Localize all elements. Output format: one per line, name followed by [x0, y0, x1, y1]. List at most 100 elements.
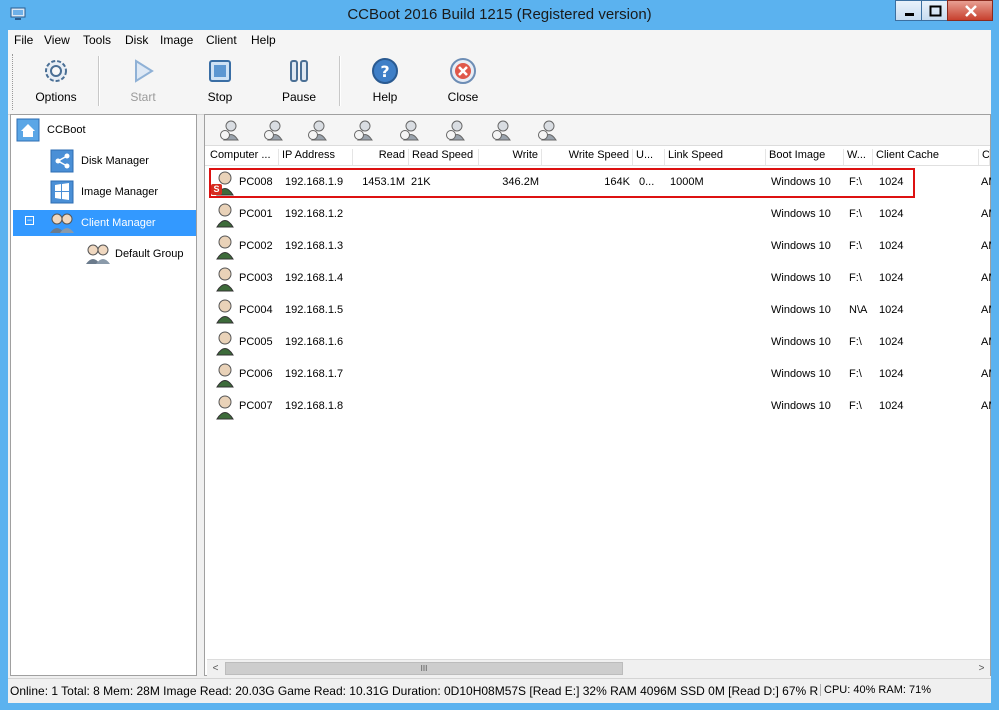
- stop-button[interactable]: Stop: [185, 54, 255, 110]
- edit-client-icon[interactable]: [263, 119, 285, 141]
- client-toolbar: [205, 115, 990, 146]
- add-batch-icon[interactable]: [307, 119, 329, 141]
- main-window: CCBoot 2016 Build 1215 (Registered versi…: [0, 0, 999, 710]
- cell-ip: 192.168.1.8: [285, 400, 344, 412]
- minimize-button[interactable]: [895, 0, 922, 21]
- window-title: CCBoot 2016 Build 1215 (Registered versi…: [347, 6, 652, 23]
- cell-ip: 192.168.1.3: [285, 240, 344, 252]
- home-icon: [16, 118, 40, 142]
- gear-icon: [45, 60, 67, 82]
- col-write[interactable]: Write: [479, 149, 542, 165]
- cell-boot-image: Windows 10: [771, 304, 831, 316]
- add-client-icon[interactable]: [219, 119, 241, 141]
- help-icon: ?: [372, 58, 398, 84]
- stop-icon: [209, 60, 231, 82]
- help-button[interactable]: ? Help: [350, 54, 420, 110]
- cell-computer: PC004: [239, 304, 273, 316]
- cell-client-cache: 1024: [879, 400, 904, 412]
- table-row[interactable]: PC003 192.168.1.4 Windows 10 F:\ 1024 AM: [205, 263, 991, 295]
- client-avatar-icon: [216, 203, 234, 228]
- cell-client-cache: 1024: [879, 368, 904, 380]
- client-avatar-icon: [216, 395, 234, 420]
- table-row[interactable]: PC001 192.168.1.2 Windows 10 F:\ 1024 AM: [205, 199, 991, 231]
- col-ip[interactable]: IP Address: [279, 149, 353, 165]
- table-row[interactable]: PC004 192.168.1.5 Windows 10 N\A 1024 AM: [205, 295, 991, 327]
- toolbar-separator: [339, 56, 341, 106]
- tree-item-disk-manager[interactable]: Disk Manager: [49, 148, 189, 174]
- status-bar: Online: 1 Total: 8 Mem: 28M Image Read: …: [8, 678, 991, 703]
- maximize-button[interactable]: [921, 0, 948, 21]
- cell-client-cache: 1024: [879, 272, 904, 284]
- tree-label: Image Manager: [81, 186, 159, 198]
- cell-ip: 192.168.1.2: [285, 208, 344, 220]
- menu-tools[interactable]: Tools: [83, 33, 111, 47]
- remove-client-icon[interactable]: [445, 119, 467, 141]
- col-computer[interactable]: Computer ...: [207, 149, 279, 165]
- selected-row-highlight: [209, 168, 915, 198]
- menu-help[interactable]: Help: [251, 33, 276, 47]
- cell-w: F:\: [849, 400, 862, 412]
- cell-cpu: AM: [981, 272, 991, 284]
- client-avatar-icon: [216, 363, 234, 388]
- menu-image[interactable]: Image: [160, 33, 193, 47]
- menu-client[interactable]: Client: [206, 33, 237, 47]
- pause-button[interactable]: Pause: [264, 54, 334, 110]
- close-button[interactable]: Close: [428, 54, 498, 110]
- cell-computer: PC007: [239, 400, 273, 412]
- col-w[interactable]: W...: [844, 149, 873, 165]
- navigation-tree: CCBoot Disk Manager Image Manager − Clie…: [10, 114, 197, 676]
- scroll-left-arrow[interactable]: <: [207, 660, 224, 677]
- shutdown-client-icon[interactable]: [399, 119, 421, 141]
- svg-text:?: ?: [380, 62, 389, 81]
- options-button[interactable]: Options: [21, 54, 91, 110]
- cell-w: F:\: [849, 272, 862, 284]
- tree-item-ccboot[interactable]: CCBoot: [15, 117, 185, 143]
- col-boot-image[interactable]: Boot Image: [766, 149, 844, 165]
- toolbar-separator: [98, 56, 100, 106]
- scroll-right-arrow[interactable]: >: [973, 660, 990, 677]
- cell-cpu: AM: [981, 176, 991, 188]
- main-toolbar: Options Start Stop Pause ? Help Close: [8, 50, 991, 115]
- tree-label: Client Manager: [81, 217, 156, 229]
- menu-file[interactable]: File: [14, 33, 33, 47]
- col-cpu[interactable]: CP: [979, 149, 990, 165]
- cell-boot-image: Windows 10: [771, 208, 831, 220]
- menu-disk[interactable]: Disk: [125, 33, 148, 47]
- col-write-speed[interactable]: Write Speed: [542, 149, 633, 165]
- tree-item-client-manager[interactable]: − Client Manager: [13, 210, 196, 236]
- client-settings-icon[interactable]: [537, 119, 559, 141]
- toolbar-grip[interactable]: [12, 54, 16, 110]
- table-row[interactable]: PC002 192.168.1.3 Windows 10 F:\ 1024 AM: [205, 231, 991, 263]
- client-avatar-icon: [216, 235, 234, 260]
- menu-view[interactable]: View: [44, 33, 70, 47]
- col-read-speed[interactable]: Read Speed: [409, 149, 479, 165]
- scroll-thumb[interactable]: III: [225, 662, 623, 675]
- start-button[interactable]: Start: [108, 54, 178, 110]
- title-bar[interactable]: CCBoot 2016 Build 1215 (Registered versi…: [0, 0, 999, 30]
- tree-item-image-manager[interactable]: Image Manager: [49, 179, 189, 205]
- table-row[interactable]: PC006 192.168.1.7 Windows 10 F:\ 1024 AM: [205, 359, 991, 391]
- tree-item-default-group[interactable]: Default Group: [83, 241, 193, 267]
- close-window-button[interactable]: [947, 0, 993, 21]
- cell-computer: PC006: [239, 368, 273, 380]
- col-client-cache[interactable]: Client Cache: [873, 149, 979, 165]
- tree-label: CCBoot: [47, 124, 86, 136]
- col-u[interactable]: U...: [633, 149, 665, 165]
- wake-client-icon[interactable]: [353, 119, 375, 141]
- status-summary: Online: 1 Total: 8 Mem: 28M Image Read: …: [10, 684, 818, 698]
- cell-client-cache: 1024: [879, 336, 904, 348]
- col-link-speed[interactable]: Link Speed: [665, 149, 766, 165]
- client-list-pane: Computer ... IP Address Read Read Speed …: [204, 114, 991, 677]
- horizontal-scrollbar[interactable]: < III >: [207, 659, 990, 677]
- cell-boot-image: Windows 10: [771, 336, 831, 348]
- play-icon: [135, 59, 154, 83]
- collapse-toggle[interactable]: −: [25, 216, 34, 225]
- restart-client-icon[interactable]: [491, 119, 513, 141]
- table-row[interactable]: PC005 192.168.1.6 Windows 10 F:\ 1024 AM: [205, 327, 991, 359]
- col-read[interactable]: Read: [353, 149, 409, 165]
- table-row[interactable]: PC007 192.168.1.8 Windows 10 F:\ 1024 AM: [205, 391, 991, 423]
- cell-cpu: AM: [981, 336, 991, 348]
- group-icon: [86, 244, 110, 264]
- help-label: Help: [372, 90, 398, 104]
- cell-w: F:\: [849, 336, 862, 348]
